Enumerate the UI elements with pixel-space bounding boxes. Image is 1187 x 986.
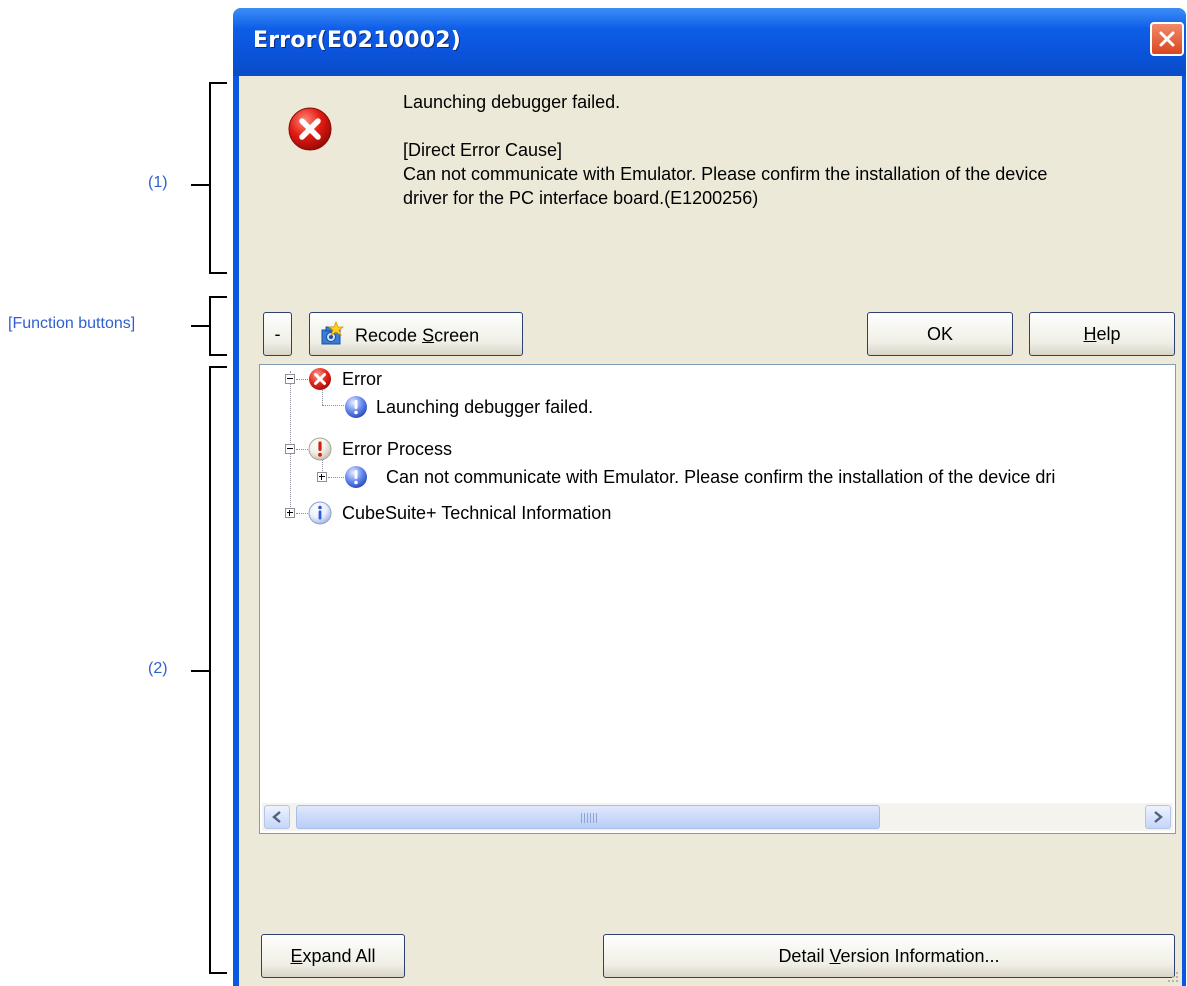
tree-item-technical-info[interactable]: CubeSuite+ Technical Information [342,500,611,526]
tree-item-label: Launching debugger failed. [376,397,594,417]
info-exclamation-icon [345,396,367,418]
annotation-1-label: (1) [148,174,168,191]
tree-item-communicate-error[interactable]: Can not communicate with Emulator. Pleas… [386,464,1055,490]
ok-button[interactable]: OK [867,312,1013,356]
scroll-left-button[interactable] [264,805,290,829]
record-screen-mnemonic: S [422,325,435,346]
message-cause-header: [Direct Error Cause] [403,140,563,160]
message-cause-line: Can not communicate with Emulator. Pleas… [403,164,1048,184]
tree-item-label: Can not communicate with Emulator. Pleas… [386,467,1056,487]
help-label-part: elp [1096,324,1121,344]
camera-icon [321,321,345,345]
close-button[interactable] [1150,22,1184,56]
help-mnemonic: H [1083,324,1097,344]
expand-toggle[interactable] [317,472,327,482]
close-icon [1159,31,1175,47]
annotation-function-buttons-label: [Function buttons] [8,315,136,332]
tree-item-error[interactable]: Error [342,366,382,392]
tree-connector [296,449,308,450]
annotation-1-bracket [209,82,227,274]
record-screen-label: Recode Screen [355,325,479,345]
detail-tree[interactable]: Error Launching debugger failed. Error P… [259,364,1176,834]
dialog-client-area: Launching debugger failed. [Direct Error… [239,76,1182,986]
window-title: Error(E0210002) [253,28,461,53]
resize-grip-icon[interactable] [1164,968,1180,984]
tree-item-label: CubeSuite+ Technical Information [342,503,612,523]
annotation-2-label: (2) [148,660,168,677]
help-label: Help [1083,324,1120,344]
expand-all-label: Expand All [290,946,375,966]
collapse-detail-label: - [274,324,281,344]
arrow-right-icon [1154,811,1163,823]
annotation-function-buttons-bracket [209,296,227,356]
record-screen-label-part: Recode [355,325,423,346]
ok-label: OK [926,324,953,344]
detail-version-label-part: Detail [778,946,830,966]
scroll-thumb[interactable] [296,805,880,829]
grip-icon [581,813,597,823]
error-icon [309,368,331,390]
expand-toggle[interactable] [285,508,295,518]
tree-item-launch-failed[interactable]: Launching debugger failed. [376,394,593,420]
error-icon [288,107,332,151]
collapse-toggle[interactable] [285,444,295,454]
record-screen-button[interactable]: Recode Screen [309,312,523,356]
message-spacer [403,114,1047,138]
collapse-toggle[interactable] [285,374,295,384]
annotation-function-buttons-tick [191,325,209,327]
tree-connector [328,477,344,478]
error-message: Launching debugger failed. [Direct Error… [403,90,1047,210]
detail-version-mnemonic: V [829,946,841,966]
arrow-left-icon [272,811,281,823]
detail-version-label: Detail Version Information... [778,946,999,966]
expand-all-button[interactable]: Expand All [261,934,405,978]
message-cause-line: driver for the PC interface board.(E1200… [403,188,759,208]
info-icon [308,501,332,525]
annotation-2-bracket [209,366,227,974]
detail-version-button[interactable]: Detail Version Information... [603,934,1175,978]
collapse-detail-button[interactable]: - [263,312,292,356]
scroll-right-button[interactable] [1145,805,1171,829]
tree-connector [322,405,344,406]
help-button[interactable]: Help [1029,312,1175,356]
title-bar[interactable]: Error(E0210002) [233,8,1186,76]
info-exclamation-icon [345,466,367,488]
annotation-1-tick [191,184,209,186]
tree-item-label: Error [342,369,382,389]
warning-exclamation-icon [308,437,332,461]
tree-item-error-process[interactable]: Error Process [342,436,452,462]
message-line: Launching debugger failed. [403,92,621,112]
record-screen-label-part: creen [434,325,480,346]
detail-version-label-part: ersion Information... [840,946,1000,966]
horizontal-scrollbar[interactable] [262,803,1173,831]
expand-all-mnemonic: E [290,946,303,966]
expand-all-label-part: xpand All [302,946,376,966]
annotation-2-tick [191,670,209,672]
tree-connector [296,513,308,514]
error-dialog: Error(E0210002) Launching debugger faile… [233,8,1186,986]
tree-item-label: Error Process [342,439,453,459]
tree-connector [296,379,308,380]
tree-connector [290,371,291,511]
